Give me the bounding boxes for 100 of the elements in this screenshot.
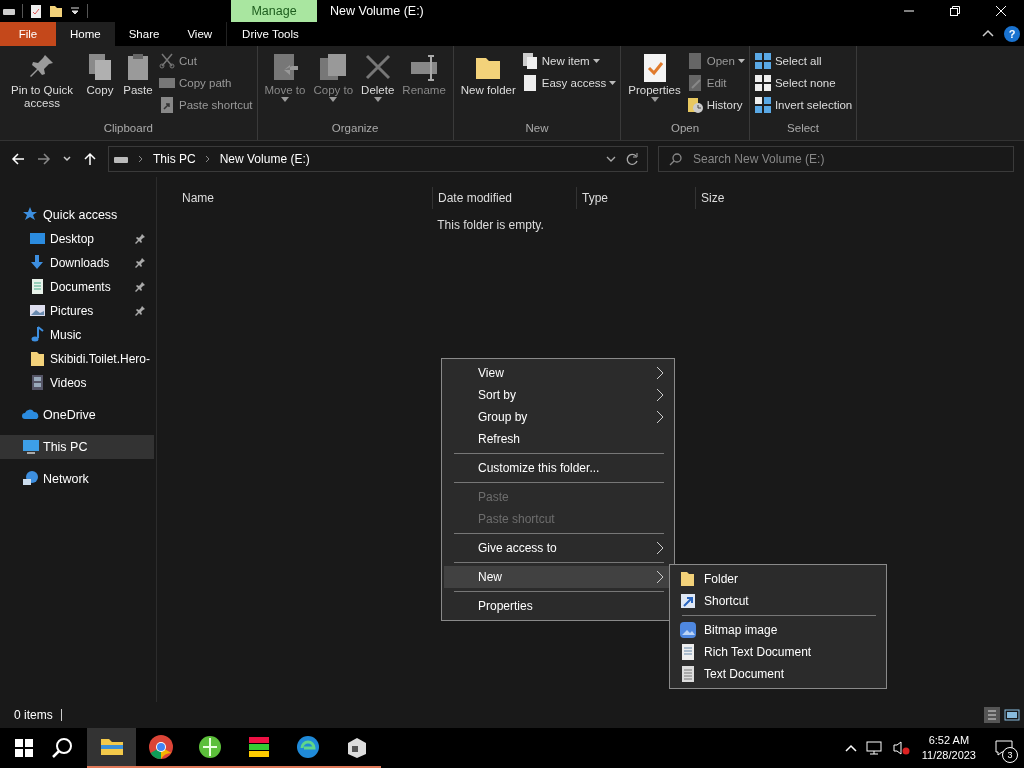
- forward-icon[interactable]: [36, 151, 52, 167]
- menu-item[interactable]: Bitmap image: [672, 619, 884, 641]
- search-icon[interactable]: [51, 737, 73, 759]
- nav-item[interactable]: Videos: [0, 371, 154, 395]
- document-icon: [679, 643, 697, 661]
- ribbon-button[interactable]: Properties: [625, 52, 684, 122]
- restore-icon: [949, 5, 961, 17]
- close-icon: [995, 5, 1007, 17]
- chevron-right-icon: [656, 388, 664, 402]
- menu-item[interactable]: Properties: [444, 595, 672, 617]
- manage-tab[interactable]: Manage: [231, 0, 317, 22]
- grid-icon: [753, 52, 772, 70]
- help-button[interactable]: ?: [1004, 26, 1020, 42]
- nav-item[interactable]: Desktop: [0, 227, 154, 251]
- folder-icon[interactable]: [49, 4, 63, 18]
- address-bar[interactable]: This PC New Volume (E:): [108, 146, 648, 172]
- caret-icon: [592, 59, 600, 63]
- nav-item[interactable]: Network: [0, 467, 154, 491]
- new-item-icon: [520, 52, 539, 70]
- browser-icon: [147, 734, 174, 760]
- caret-icon: [650, 97, 659, 102]
- nav-item[interactable]: Music: [0, 323, 154, 347]
- search-icon: [669, 152, 683, 166]
- empty-message: This folder is empty.: [436, 218, 545, 232]
- ribbon-button[interactable]: Pin to Quick access: [4, 52, 80, 122]
- ribbon-button[interactable]: New item: [520, 52, 617, 70]
- menu-item[interactable]: Rich Text Document: [672, 641, 884, 663]
- menu-item[interactable]: New: [444, 566, 672, 588]
- menu-item[interactable]: Text Document: [672, 663, 884, 685]
- nav-item[interactable]: OneDrive: [0, 403, 154, 427]
- ribbon-button[interactable]: Copy: [82, 52, 118, 122]
- group-label: Open: [670, 122, 701, 136]
- menu-item[interactable]: Sort by: [444, 384, 672, 406]
- menu-item[interactable]: Group by: [444, 406, 672, 428]
- breadcrumb[interactable]: This PC: [153, 152, 196, 166]
- shortcut-icon: [679, 592, 697, 610]
- chevron-right-icon: [203, 154, 212, 164]
- ribbon-tab[interactable]: Share: [114, 22, 174, 46]
- up-icon[interactable]: [82, 151, 98, 167]
- caret-icon: [329, 97, 338, 102]
- nav-item[interactable]: Quick access: [0, 203, 154, 227]
- group-label: Organize: [330, 122, 380, 136]
- nav-item[interactable]: Skibidi.Toilet.Hero-: [0, 347, 154, 371]
- nav-item[interactable]: This PC: [0, 435, 154, 459]
- taskbar-app[interactable]: [87, 728, 136, 768]
- ribbon-button[interactable]: Select none: [753, 74, 853, 92]
- window-title: New Volume (E:): [329, 4, 425, 18]
- large-icons-view-icon[interactable]: [1004, 707, 1020, 723]
- caret-icon: [280, 97, 289, 102]
- caret-icon: [609, 81, 617, 85]
- speaker-muted-icon[interactable]: [891, 740, 910, 756]
- ribbon-button[interactable]: Delete: [358, 52, 398, 122]
- browser-icon: [294, 734, 321, 760]
- notification-button[interactable]: 3: [984, 728, 1024, 768]
- menu-item[interactable]: View: [444, 362, 672, 384]
- group-label: New: [524, 122, 550, 136]
- search-input[interactable]: Search New Volume (E:): [691, 151, 1003, 167]
- chevron-down-icon[interactable]: [62, 154, 72, 164]
- menu-item[interactable]: Give access to: [444, 537, 672, 559]
- breadcrumb[interactable]: New Volume (E:): [219, 152, 310, 166]
- clock[interactable]: 6:52 AM 11/28/2023: [913, 733, 984, 763]
- ribbon-button[interactable]: History: [685, 96, 745, 114]
- nav-item[interactable]: Documents: [0, 275, 154, 299]
- history-icon: [685, 96, 704, 114]
- notification-badge: 3: [1002, 747, 1018, 763]
- windows-start-icon[interactable]: [15, 739, 33, 757]
- nav-item[interactable]: Pictures: [0, 299, 154, 323]
- menu-item[interactable]: Folder: [672, 568, 884, 590]
- chevron-right-icon: [656, 570, 664, 584]
- column-header[interactable]: Date modified: [432, 187, 576, 209]
- group-label: Select: [786, 122, 821, 136]
- rename-icon: [409, 52, 440, 82]
- menu-item[interactable]: Refresh: [444, 428, 672, 450]
- menu-item[interactable]: Customize this folder...: [444, 457, 672, 479]
- back-icon[interactable]: [10, 151, 26, 167]
- ribbon-tab[interactable]: Home: [56, 22, 115, 46]
- ribbon-button[interactable]: Invert selection: [753, 96, 853, 114]
- column-header[interactable]: Name: [177, 187, 432, 209]
- checklist-icon[interactable]: [29, 4, 43, 18]
- nav-item[interactable]: Downloads: [0, 251, 154, 275]
- ribbon-tab[interactable]: View: [173, 22, 227, 46]
- menu-item[interactable]: Shortcut: [672, 590, 884, 612]
- refresh-icon: [625, 152, 639, 166]
- column-header[interactable]: Size: [695, 187, 775, 209]
- scissors-icon: [158, 52, 176, 70]
- ribbon-button[interactable]: Easy access: [520, 74, 617, 92]
- chevron-right-icon: [656, 541, 664, 555]
- ribbon-tab[interactable]: File: [0, 22, 56, 46]
- caret-icon: [737, 59, 745, 63]
- ribbon-button[interactable]: Paste: [120, 52, 156, 122]
- ribbon-button[interactable]: New folder: [457, 52, 519, 122]
- group-label: Clipboard: [102, 122, 154, 136]
- ribbon-button[interactable]: Select all: [753, 52, 853, 70]
- grid-icon: [753, 74, 772, 92]
- message-icon: [995, 740, 1013, 756]
- shortcut-icon: [158, 96, 176, 114]
- search-field[interactable]: Search New Volume (E:): [658, 146, 1014, 172]
- grid-icon: [753, 96, 772, 114]
- column-header[interactable]: Type: [576, 187, 695, 209]
- chevron-down-icon: [605, 154, 617, 164]
